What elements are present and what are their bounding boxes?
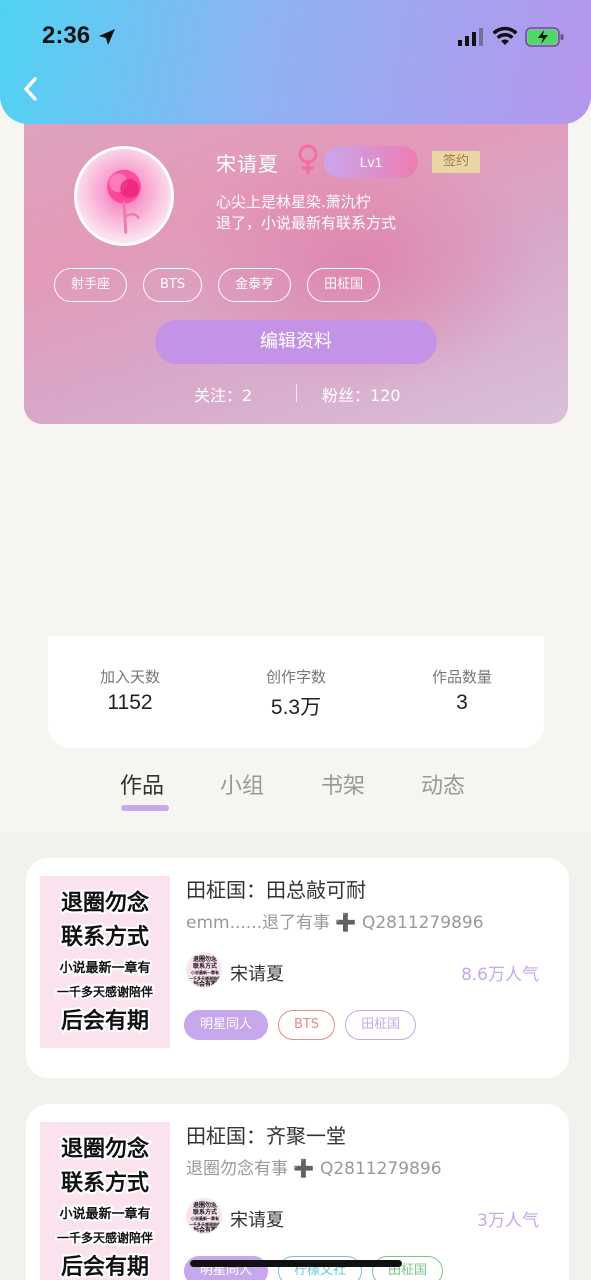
back-chevron-icon[interactable] (18, 74, 44, 104)
stat-work-count: 作品数量 3 (392, 666, 532, 715)
popularity: 3万人气 (477, 1211, 539, 1231)
status-time: 2:36 (42, 22, 91, 49)
tab-groups[interactable]: 小组 (220, 768, 264, 800)
author-avatar-image: 退圈勿念联系方式小说最新一章有一千多天感谢陪伴后会有期 (189, 1201, 221, 1234)
divider (296, 384, 297, 402)
cover-text: 后会有期 (61, 1008, 149, 1034)
cover-text: 小说最新一章有 (191, 1215, 219, 1221)
work-tags: 明星同人 BTS 田柾国 (184, 1010, 417, 1040)
cover-text: 后会有期 (193, 980, 217, 988)
stat-label: 作品数量 (431, 668, 492, 686)
work-cover[interactable]: 退圈勿念 退圈勿念 联系方式 联系方式 小说最新一章有 小说最新一章有 一千多天感谢陪伴 一千… (40, 1122, 170, 1280)
bio-line: 退了，小说最新有联系方式 (216, 214, 397, 232)
cover-text: 退圈勿念 (61, 890, 149, 916)
profile-tag[interactable]: 田柾国 (307, 268, 381, 302)
username: 宋请夏 (216, 152, 279, 176)
tab-bar: 作品 小组 书架 动态 (0, 768, 591, 828)
work-description: emm......退了有事 ➕ Q2811279896 (186, 913, 484, 933)
cover-image: 退圈勿念退圈勿念联系方式联系方式小说最新一章有小说最新一章有一千多天感谢陪伴一千… (55, 1134, 155, 1280)
profile-tags: 射手座 BTS 金泰亨 田柾国 (54, 268, 381, 302)
female-gender-icon (298, 144, 318, 174)
work-card[interactable]: 退圈勿念 退圈勿念 联系方式 联系方式 小说最新一章有 小说最新一章有 一千多天感谢陪伴 一千… (26, 1104, 569, 1280)
author-avatar-image: 退圈勿念联系方式小说最新一章有一千多天感谢陪伴后会有期 (189, 955, 221, 988)
profile-tag[interactable]: 射手座 (54, 268, 128, 302)
cover-text: 退圈勿念 (61, 1136, 149, 1162)
profile-card: 宋请夏 Lv1 签约 心尖上是林星染.萧氿柠 退了，小说最新有联系方式 射手座 … (24, 96, 568, 424)
stat-label: 创作字数 (265, 668, 326, 686)
stat-value: 1152 (107, 691, 153, 714)
author-name: 宋请夏 (230, 964, 284, 985)
fans-count[interactable]: 粉丝：120 (322, 382, 401, 406)
stat-join-days: 加入天数 1152 (60, 666, 200, 715)
work-tag[interactable]: 明星同人 (184, 1010, 269, 1040)
cover-text: 后会有期 (61, 1254, 149, 1280)
stat-word-count: 创作字数 5.3万 (226, 666, 366, 721)
author-avatar: 退圈勿念 联系方式 小说最新一章有 一千多天感谢陪伴 后会有期 (186, 1198, 222, 1234)
wifi-icon (492, 26, 518, 45)
cover-text: 退圈勿念 (193, 955, 217, 963)
cover-text: 联系方式 (193, 1208, 217, 1216)
header-bar: 2:36 (0, 0, 591, 124)
work-title[interactable]: 田柾国：田总敲可耐 (186, 874, 366, 903)
avatar[interactable] (74, 146, 174, 246)
cover-text: 一千多天感谢陪伴 (57, 984, 153, 999)
cellular-signal-icon (458, 28, 483, 46)
author-avatar: 退圈勿念 联系方式 小说最新一章有 一千多天感谢陪伴 后会有期 (186, 952, 222, 988)
rose-avatar-image (107, 169, 141, 234)
cover-text: 小说最新一章有 (59, 960, 150, 976)
author-name: 宋请夏 (230, 1210, 284, 1231)
following-count[interactable]: 关注：2 (194, 382, 252, 406)
work-description: 退圈勿念有事 ➕ Q2811279896 (186, 1159, 442, 1179)
stat-label: 加入天数 (99, 668, 160, 686)
cover-text: 联系方式 (61, 924, 149, 950)
edit-profile-button[interactable]: 编辑资料 (155, 320, 437, 364)
stat-value: 5.3万 (270, 696, 322, 719)
cover-text: 后会有期 (193, 1226, 217, 1234)
work-tag[interactable]: 田柾国 (345, 1010, 417, 1040)
bio-line: 心尖上是林星染.萧氿柠 (216, 193, 371, 211)
cover-text: 联系方式 (193, 962, 217, 970)
stats-card: 加入天数 1152 创作字数 5.3万 作品数量 3 (48, 636, 544, 748)
profile-tag[interactable]: BTS (143, 268, 203, 302)
location-arrow-icon (99, 29, 115, 45)
level-badge: Lv1 (324, 146, 418, 178)
work-card[interactable]: 退圈勿念 退圈勿念 联系方式 联系方式 小说最新一章有 小说最新一章有 一千多天感谢陪伴 一千… (26, 858, 569, 1078)
stat-value: 3 (456, 691, 468, 714)
signed-badge: 签约 (432, 151, 480, 173)
popularity: 8.6万人气 (460, 965, 539, 985)
tab-works[interactable]: 作品 (120, 768, 164, 800)
follow-stats: 关注：2 粉丝：120 (24, 380, 568, 408)
cover-text: 一千多天感谢陪伴 (57, 1230, 153, 1245)
profile-tag[interactable]: 金泰亨 (218, 268, 292, 302)
cover-text: 联系方式 (61, 1170, 149, 1196)
tab-bookshelf[interactable]: 书架 (321, 768, 365, 800)
cover-image: 退圈勿念退圈勿念联系方式联系方式小说最新一章有小说最新一章有一千多天感谢陪伴一千… (55, 888, 155, 1036)
tab-activity[interactable]: 动态 (421, 768, 465, 800)
work-cover[interactable]: 退圈勿念 退圈勿念 联系方式 联系方式 小说最新一章有 小说最新一章有 一千多天感谢陪伴 一千… (40, 876, 170, 1048)
cover-text: 小说最新一章有 (59, 1206, 150, 1222)
work-title[interactable]: 田柾国：齐聚一堂 (186, 1120, 346, 1149)
active-tab-indicator (121, 805, 169, 811)
home-indicator (190, 1260, 402, 1267)
work-tag[interactable]: BTS (278, 1010, 336, 1040)
bio: 心尖上是林星染.萧氿柠 退了，小说最新有联系方式 (216, 192, 476, 234)
battery-charging-icon (525, 27, 564, 47)
cover-text: 小说最新一章有 (191, 969, 219, 975)
cover-text: 退圈勿念 (193, 1201, 217, 1209)
